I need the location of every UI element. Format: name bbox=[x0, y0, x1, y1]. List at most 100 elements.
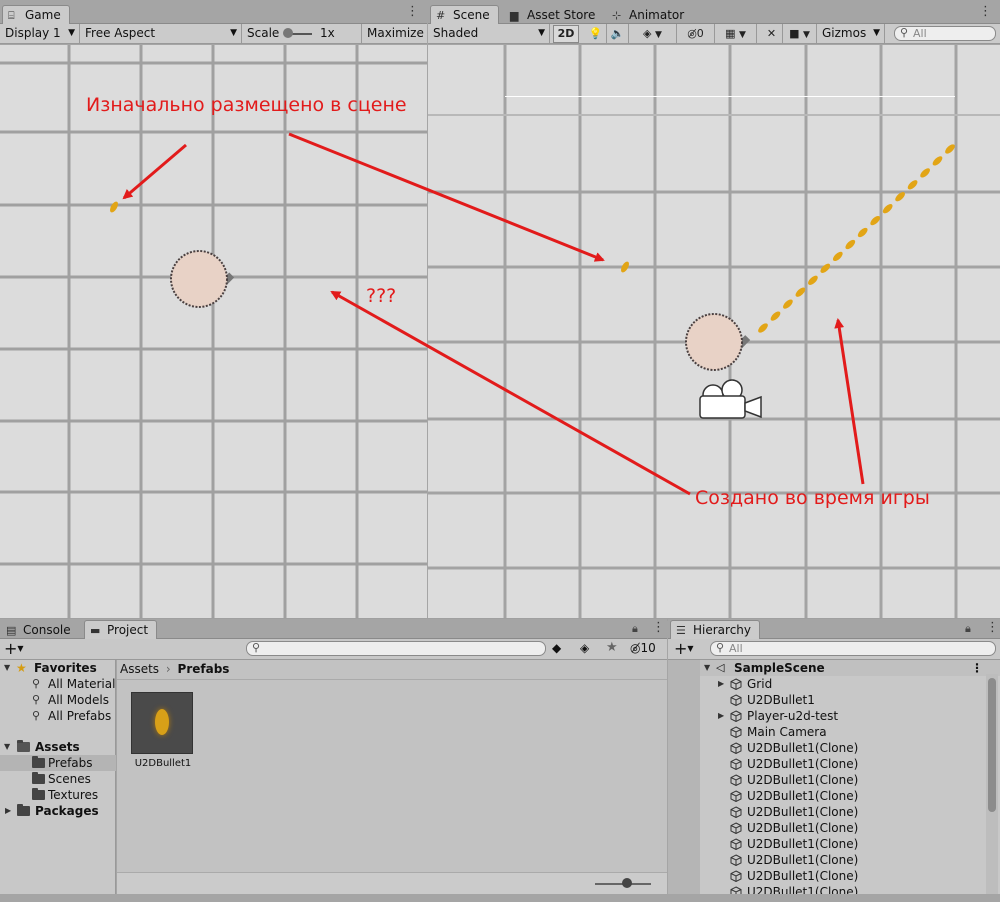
hierarchy-item[interactable]: U2DBullet1 bbox=[700, 692, 985, 708]
maximize-on-play-toggle[interactable]: Maximize O bbox=[362, 24, 427, 44]
collapse-triangle-icon[interactable]: ▶ bbox=[718, 676, 724, 692]
tree-favorite-label: All Materials bbox=[48, 677, 116, 691]
hierarchy-search-input[interactable]: ⚲ All bbox=[710, 641, 996, 656]
hierarchy-item-label: U2DBullet1(Clone) bbox=[747, 837, 859, 851]
hierarchy-item[interactable]: U2DBullet1(Clone) bbox=[700, 788, 985, 804]
grid-snap-dropdown[interactable]: ▦ ▼ bbox=[715, 24, 757, 44]
tab-project[interactable]: ▬ Project bbox=[84, 620, 158, 640]
tree-folder-scenes[interactable]: Scenes bbox=[0, 771, 116, 787]
breadcrumb-assets[interactable]: Assets bbox=[120, 662, 159, 676]
hierarchy-more-options-icon[interactable]: ⋮ bbox=[986, 620, 999, 635]
game-scene-svg bbox=[0, 45, 427, 618]
tree-favorite-item[interactable]: ⚲ All Models bbox=[0, 692, 116, 708]
game-tabbar: ⌸ Game ⋮ bbox=[0, 0, 427, 24]
hierarchy-item[interactable]: U2DBullet1(Clone) bbox=[700, 804, 985, 820]
tab-hierarchy[interactable]: ☰ Hierarchy bbox=[670, 620, 761, 640]
hierarchy-item[interactable]: U2DBullet1(Clone) bbox=[700, 820, 985, 836]
project-search-input[interactable]: ⚲ bbox=[246, 641, 546, 656]
tools-icon: ✕ bbox=[766, 27, 777, 40]
asset-tile[interactable] bbox=[131, 692, 193, 754]
tab-game[interactable]: ⌸ Game bbox=[2, 5, 70, 24]
gameobject-cube-icon bbox=[730, 838, 742, 850]
tree-folder-label: Textures bbox=[48, 788, 99, 802]
tree-packages[interactable]: ▶ Packages bbox=[0, 803, 116, 819]
tab-scene[interactable]: # Scene bbox=[430, 5, 499, 24]
project-hidden-packages-toggle[interactable]: ◎̸10 bbox=[630, 641, 656, 655]
grid-icon: # bbox=[436, 9, 446, 22]
tree-favorite-item[interactable]: ⚲ All Materials bbox=[0, 676, 116, 692]
hierarchy-item[interactable]: U2DBullet1(Clone) bbox=[700, 772, 985, 788]
game-player bbox=[170, 250, 235, 308]
camera-dropdown[interactable]: ■ ▼ bbox=[783, 24, 817, 44]
display-dropdown-value: Display 1 bbox=[5, 26, 61, 40]
bullet-clone-sprite bbox=[932, 156, 943, 166]
tree-favorite-item[interactable]: ⚲ All Prefabs bbox=[0, 708, 116, 724]
tree-assets[interactable]: ▼ Assets bbox=[0, 739, 116, 755]
hierarchy-item[interactable]: U2DBullet1(Clone) bbox=[700, 756, 985, 772]
project-toolbar: +▼ ⚲ ◆ ◈ ★ ◎̸10 bbox=[0, 639, 667, 660]
tree-folder-textures[interactable]: Textures bbox=[0, 787, 116, 803]
audio-toggle[interactable]: 🔈 bbox=[607, 24, 629, 44]
annotation-placed-in-scene: Изначально размещено в сцене bbox=[86, 94, 407, 116]
tab-console[interactable]: ▤ Console bbox=[0, 620, 80, 640]
lock-icon[interactable]: 🔒︎ bbox=[632, 622, 638, 636]
scene-viewport[interactable] bbox=[428, 45, 1000, 618]
collapse-triangle-icon[interactable]: ▶ bbox=[718, 708, 724, 724]
display-dropdown[interactable]: Display 1 ▼ bbox=[0, 24, 80, 44]
breadcrumb-prefabs[interactable]: Prefabs bbox=[178, 662, 230, 676]
tree-folder-prefabs[interactable]: Prefabs bbox=[0, 755, 116, 771]
hierarchy-scrollbar[interactable] bbox=[986, 674, 998, 894]
scene-search-input[interactable]: ⚲ All bbox=[894, 26, 996, 41]
scene-more-options-icon[interactable]: ⋮ bbox=[979, 4, 992, 19]
hierarchy-item[interactable]: U2DBullet1(Clone) bbox=[700, 836, 985, 852]
filter-by-type-icon[interactable]: ◆ bbox=[552, 641, 561, 655]
hidden-objects-toggle[interactable]: ◎̸0 bbox=[677, 24, 715, 44]
scene-toolbar: Shaded ▼ 2D 💡 🔈 ◈ ▼ ◎̸0 ▦ ▼ ✕ ■ ▼ Gizmos ▼… bbox=[428, 24, 1000, 44]
search-icon: ⚲ bbox=[32, 709, 41, 722]
game-viewport[interactable] bbox=[0, 45, 427, 618]
hierarchy-item[interactable]: U2DBullet1(Clone) bbox=[700, 868, 985, 884]
scene-more-options-icon[interactable]: ⋮ bbox=[971, 660, 983, 676]
aspect-dropdown[interactable]: Free Aspect ▼ bbox=[80, 24, 242, 44]
tab-asset-store[interactable]: ▆ Asset Store bbox=[504, 5, 604, 25]
hierarchy-item[interactable]: ▶ Player-u2d-test bbox=[700, 708, 985, 724]
hierarchy-item[interactable]: ▶ Grid bbox=[700, 676, 985, 692]
hierarchy-item-label: U2DBullet1(Clone) bbox=[747, 789, 859, 803]
tools-toggle[interactable]: ✕ bbox=[761, 24, 783, 44]
icon-size-slider-handle[interactable] bbox=[622, 878, 632, 888]
hierarchy-item[interactable]: Main Camera bbox=[700, 724, 985, 740]
hierarchy-item-label: Player-u2d-test bbox=[747, 709, 839, 723]
tab-hierarchy-label: Hierarchy bbox=[693, 623, 752, 637]
tab-animator[interactable]: ⊹ Animator bbox=[606, 5, 693, 25]
toggle-2d-label: 2D bbox=[557, 27, 575, 40]
breadcrumb: Assets › Prefabs bbox=[117, 660, 667, 680]
shading-mode-dropdown[interactable]: Shaded ▼ bbox=[428, 24, 550, 44]
lighting-toggle[interactable]: 💡 bbox=[585, 24, 607, 44]
project-create-label: + bbox=[4, 639, 18, 658]
filter-by-label-icon[interactable]: ◈ bbox=[580, 641, 589, 655]
tab-scene-label: Scene bbox=[453, 8, 490, 22]
gameobject-cube-icon bbox=[730, 694, 742, 706]
scale-slider-handle[interactable] bbox=[283, 28, 293, 38]
lock-icon[interactable]: 🔒︎ bbox=[965, 622, 971, 636]
project-create-button[interactable]: +▼ bbox=[4, 639, 24, 658]
favorite-star-icon[interactable]: ★ bbox=[606, 640, 618, 655]
chevron-down-icon: ▼ bbox=[17, 644, 24, 653]
toggle-2d-button[interactable]: 2D bbox=[553, 25, 579, 43]
grid-snap-icon: ▦ bbox=[725, 27, 736, 40]
hierarchy-item[interactable]: U2DBullet1(Clone) bbox=[700, 852, 985, 868]
hierarchy-create-button[interactable]: +▼ bbox=[674, 639, 694, 658]
hierarchy-item[interactable]: U2DBullet1(Clone) bbox=[700, 884, 985, 894]
hierarchy-scene-row[interactable]: ▼ ◁ SampleScene ⋮ bbox=[700, 660, 1000, 676]
hierarchy-item[interactable]: U2DBullet1(Clone) bbox=[700, 740, 985, 756]
scene-scene-svg bbox=[428, 45, 1000, 618]
tab-console-label: Console bbox=[23, 623, 71, 637]
hierarchy-item-label: Main Camera bbox=[747, 725, 827, 739]
tree-favorites[interactable]: ▼ ★ Favorites bbox=[0, 660, 116, 676]
hierarchy-scrollbar-thumb[interactable] bbox=[988, 678, 996, 812]
project-more-options-icon[interactable]: ⋮ bbox=[652, 620, 665, 635]
game-more-options-icon[interactable]: ⋮ bbox=[406, 4, 419, 19]
tab-game-label: Game bbox=[25, 8, 61, 22]
effects-dropdown[interactable]: ◈ ▼ bbox=[629, 24, 677, 44]
gizmos-dropdown[interactable]: Gizmos ▼ bbox=[817, 24, 885, 44]
